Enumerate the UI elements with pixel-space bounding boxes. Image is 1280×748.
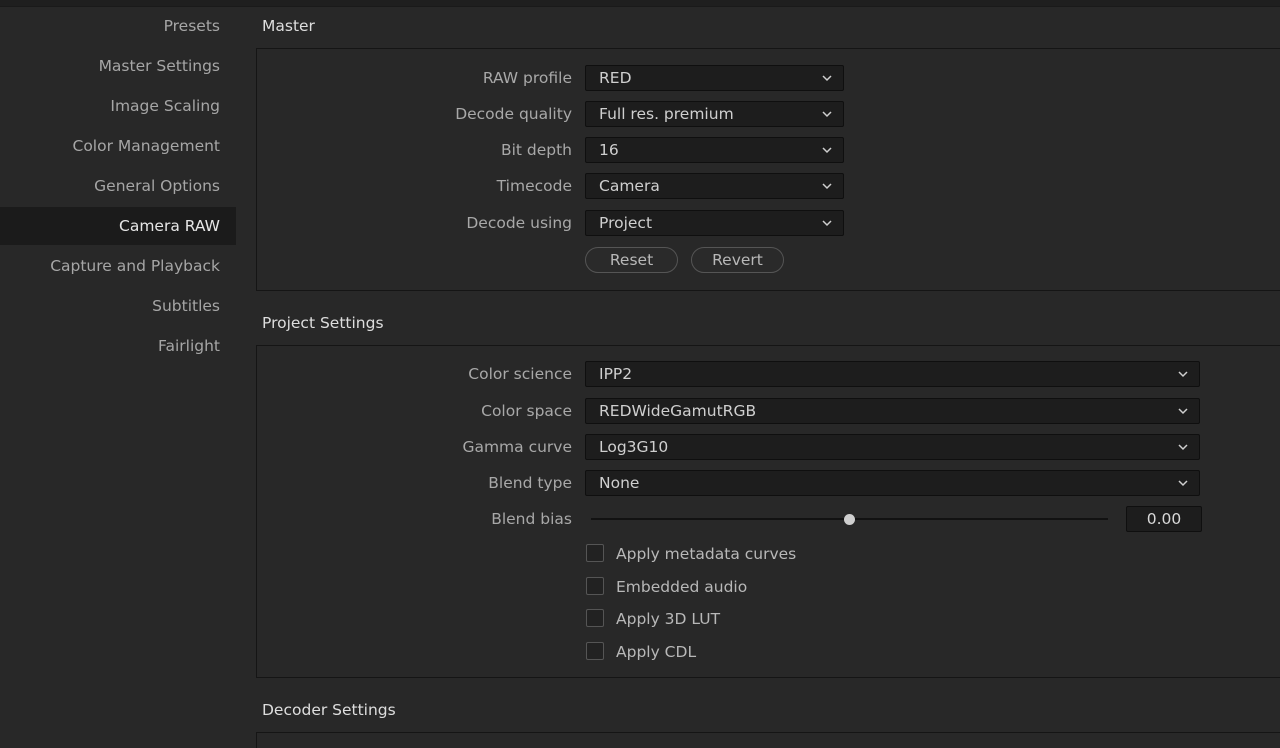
timecode-value: Camera bbox=[599, 177, 660, 195]
apply-3d-lut-label: Apply 3D LUT bbox=[616, 610, 721, 628]
chevron-down-icon bbox=[1178, 444, 1188, 451]
decoder-settings-panel bbox=[256, 732, 1280, 748]
sidebar-item-color-management[interactable]: Color Management bbox=[0, 127, 236, 165]
embedded-audio-checkbox[interactable] bbox=[586, 577, 604, 595]
timecode-label: Timecode bbox=[496, 177, 572, 195]
timecode-dropdown[interactable]: Camera bbox=[585, 173, 844, 199]
apply-metadata-curves-label: Apply metadata curves bbox=[616, 545, 797, 563]
decode-quality-label: Decode quality bbox=[455, 105, 572, 123]
embedded-audio-label: Embedded audio bbox=[616, 578, 748, 596]
chevron-down-icon bbox=[822, 111, 832, 118]
gamma-curve-dropdown[interactable]: Log3G10 bbox=[585, 434, 1200, 460]
color-space-label: Color space bbox=[481, 402, 572, 420]
decoder-settings-section-title: Decoder Settings bbox=[262, 701, 396, 719]
project-settings-section-title: Project Settings bbox=[262, 314, 384, 332]
blend-bias-label: Blend bias bbox=[491, 510, 572, 528]
decode-using-label: Decode using bbox=[466, 214, 572, 232]
chevron-down-icon bbox=[1178, 408, 1188, 415]
gamma-curve-label: Gamma curve bbox=[462, 438, 572, 456]
blend-type-value: None bbox=[599, 474, 640, 492]
bit-depth-dropdown[interactable]: 16 bbox=[585, 137, 844, 163]
color-space-value: REDWideGamutRGB bbox=[599, 402, 757, 420]
sidebar-item-presets[interactable]: Presets bbox=[0, 7, 236, 45]
apply-metadata-curves-checkbox[interactable] bbox=[586, 544, 604, 562]
bit-depth-value: 16 bbox=[599, 141, 619, 159]
chevron-down-icon bbox=[822, 220, 832, 227]
decode-using-value: Project bbox=[599, 214, 653, 232]
decode-quality-value: Full res. premium bbox=[599, 105, 734, 123]
top-border bbox=[0, 0, 1280, 7]
sidebar-item-capture-and-playback[interactable]: Capture and Playback bbox=[0, 247, 236, 285]
settings-sidebar: Presets Master Settings Image Scaling Co… bbox=[0, 7, 236, 748]
chevron-down-icon bbox=[1178, 371, 1188, 378]
sidebar-item-subtitles[interactable]: Subtitles bbox=[0, 287, 236, 325]
chevron-down-icon bbox=[822, 75, 832, 82]
blend-type-label: Blend type bbox=[488, 474, 572, 492]
decode-using-dropdown[interactable]: Project bbox=[585, 210, 844, 236]
blend-bias-input[interactable]: 0.00 bbox=[1126, 506, 1202, 532]
apply-cdl-checkbox[interactable] bbox=[586, 642, 604, 660]
chevron-down-icon bbox=[1178, 480, 1188, 487]
raw-profile-label: RAW profile bbox=[482, 69, 572, 87]
gamma-curve-value: Log3G10 bbox=[599, 438, 669, 456]
sidebar-item-fairlight[interactable]: Fairlight bbox=[0, 327, 236, 365]
master-section-title: Master bbox=[262, 17, 315, 35]
apply-3d-lut-checkbox[interactable] bbox=[586, 609, 604, 627]
revert-button[interactable]: Revert bbox=[691, 247, 784, 273]
sidebar-item-general-options[interactable]: General Options bbox=[0, 167, 236, 205]
sidebar-item-image-scaling[interactable]: Image Scaling bbox=[0, 87, 236, 125]
color-space-dropdown[interactable]: REDWideGamutRGB bbox=[585, 398, 1200, 424]
color-science-value: IPP2 bbox=[599, 365, 633, 383]
sidebar-item-master-settings[interactable]: Master Settings bbox=[0, 47, 236, 85]
blend-type-dropdown[interactable]: None bbox=[585, 470, 1200, 496]
chevron-down-icon bbox=[822, 183, 832, 190]
reset-button[interactable]: Reset bbox=[585, 247, 678, 273]
blend-bias-slider-handle[interactable] bbox=[844, 514, 855, 525]
sidebar-item-camera-raw[interactable]: Camera RAW bbox=[0, 207, 236, 245]
color-science-label: Color science bbox=[468, 365, 572, 383]
chevron-down-icon bbox=[822, 147, 832, 154]
color-science-dropdown[interactable]: IPP2 bbox=[585, 361, 1200, 387]
decode-quality-dropdown[interactable]: Full res. premium bbox=[585, 101, 844, 127]
apply-cdl-label: Apply CDL bbox=[616, 643, 697, 661]
bit-depth-label: Bit depth bbox=[500, 141, 572, 159]
raw-profile-dropdown[interactable]: RED bbox=[585, 65, 844, 91]
raw-profile-value: RED bbox=[599, 69, 632, 87]
